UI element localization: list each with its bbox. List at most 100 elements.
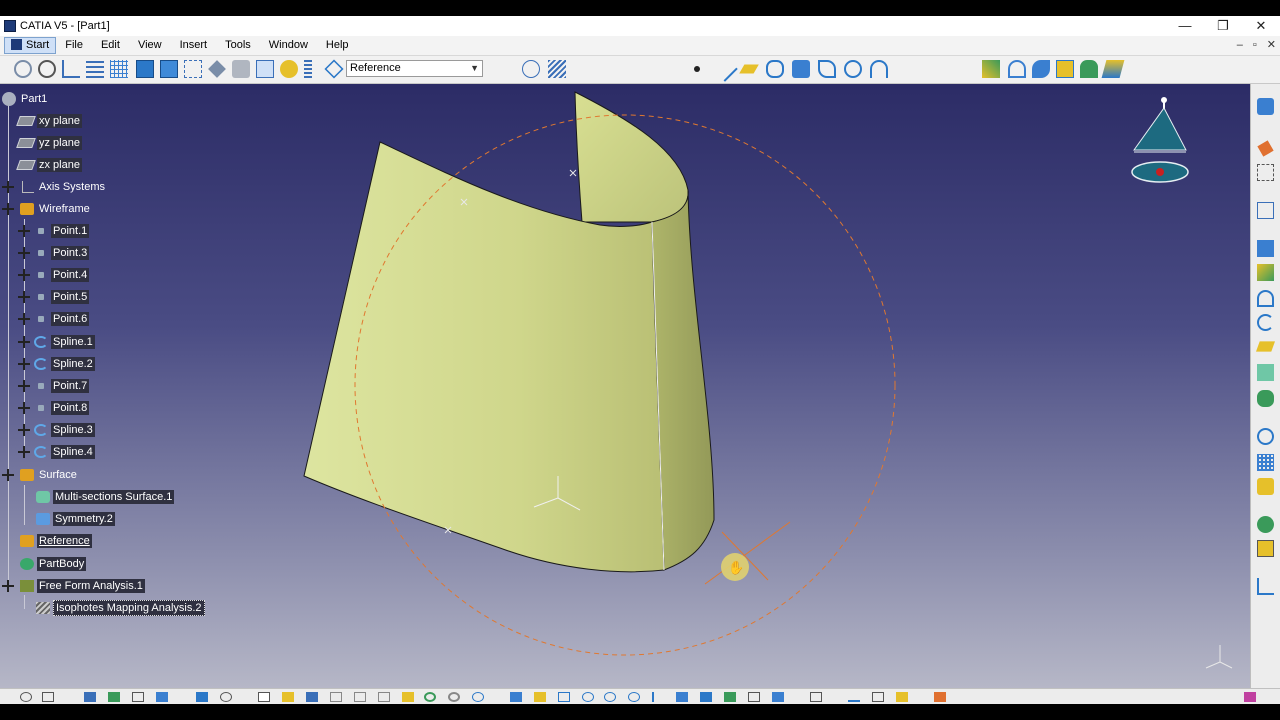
plane-icon[interactable] [739,64,759,74]
rotate-icon[interactable] [582,692,594,702]
sketch-icon[interactable] [1257,202,1274,219]
normal-icon[interactable] [652,692,664,702]
cut-icon[interactable] [354,692,366,702]
tree-item-symmetry[interactable]: Symmetry.2 [36,510,115,528]
fit-all-icon[interactable] [184,60,202,78]
expand-icon[interactable] [18,424,30,436]
extrude-surface-icon[interactable] [982,60,1000,78]
expand-icon[interactable] [18,291,30,303]
3d-viewport[interactable]: ✋ Part1 xy plane yz plane zx plane Axis … [0,84,1250,688]
iso-view-icon[interactable] [676,692,688,702]
tree-item-xy-plane[interactable]: xy plane [16,112,82,130]
menu-help[interactable]: Help [317,36,358,55]
grid-icon[interactable] [110,60,128,78]
help-icon[interactable] [472,692,484,702]
swap-icon[interactable] [748,692,760,702]
apply-material-icon[interactable] [934,692,946,702]
extrapolate-icon[interactable] [1257,478,1274,495]
tree-item-point-1[interactable]: Point.1 [18,222,90,240]
tree-item-isophotes-mapping[interactable]: Isophotes Mapping Analysis.2 [36,599,205,617]
catalog-icon[interactable] [132,692,144,702]
collapse-icon[interactable] [2,469,14,481]
projection-icon[interactable] [766,60,784,78]
light-icon[interactable] [280,60,298,78]
curvature-analysis-icon[interactable] [1257,578,1274,595]
offset-icon[interactable] [1056,60,1074,78]
update-icon[interactable] [810,692,822,702]
minimize-button[interactable]: — [1166,16,1204,36]
expand-icon[interactable] [18,313,30,325]
undo-icon[interactable] [424,692,436,702]
multi-sections-icon[interactable] [1101,60,1125,78]
axis-system-icon[interactable] [62,60,80,78]
split-icon[interactable] [1257,290,1274,307]
analysis-tool-icon[interactable] [1244,692,1256,702]
tree-item-multi-sections-surface[interactable]: Multi-sections Surface.1 [36,488,175,506]
menu-insert[interactable]: Insert [171,36,217,55]
tree-item-spline-2[interactable]: Spline.2 [18,355,95,373]
reference-icon[interactable] [324,59,344,79]
expand-icon[interactable] [18,380,30,392]
menu-file[interactable]: File [56,36,92,55]
tree-item-yz-plane[interactable]: yz plane [16,134,82,152]
trim-icon[interactable] [1257,314,1274,331]
tree-root[interactable]: Part1 [2,90,49,108]
fillet-icon[interactable] [1257,390,1274,407]
spline-icon[interactable] [870,60,888,78]
menu-tools[interactable]: Tools [216,36,260,55]
fit-icon[interactable] [534,692,546,702]
collapse-icon[interactable] [2,203,14,215]
reference-select[interactable]: Reference ▼ [346,60,483,77]
expand-icon[interactable] [18,336,30,348]
doc-close-button[interactable]: ✕ [1267,36,1276,55]
translate-icon[interactable] [1257,428,1274,445]
tree-item-spline-3[interactable]: Spline.3 [18,421,95,439]
sweep-icon[interactable] [1080,60,1098,78]
line-icon[interactable] [712,56,738,82]
tree-item-point-8[interactable]: Point.8 [18,399,90,417]
expand-icon[interactable] [18,269,30,281]
view-iso-icon[interactable] [160,60,178,78]
point-icon[interactable] [694,66,700,72]
table-icon[interactable] [84,692,96,702]
healing-icon[interactable] [1257,264,1274,281]
selection-trap-icon[interactable] [1257,164,1274,181]
view-icon[interactable] [220,692,232,702]
expand-icon[interactable] [18,225,30,237]
tree-item-point-3[interactable]: Point.3 [18,244,90,262]
inertia-icon[interactable] [896,692,908,702]
list-icon[interactable] [86,60,104,78]
sphere-icon[interactable] [1032,60,1050,78]
measure-icon[interactable] [196,692,208,702]
zoom-icon[interactable] [208,60,226,78]
tree-item-axis-systems[interactable]: Axis Systems [2,178,107,196]
copy-icon[interactable] [378,692,390,702]
redo-icon[interactable] [448,692,460,702]
tree-item-partbody[interactable]: PartBody [20,555,87,573]
tree-item-free-form-analysis[interactable]: Free Form Analysis.1 [2,577,145,595]
menu-start[interactable]: Start [4,37,57,54]
pan-icon[interactable] [38,60,56,78]
refresh-icon[interactable] [14,60,32,78]
circle-icon[interactable] [844,60,862,78]
revolve-icon[interactable] [1008,60,1026,78]
intersection-icon[interactable] [792,60,810,78]
boundary-icon[interactable] [1255,341,1276,352]
expand-icon[interactable] [18,247,30,259]
measure-between-icon[interactable] [848,692,860,702]
connect-checker-icon[interactable] [1257,540,1274,557]
expand-icon[interactable] [18,358,30,370]
open-icon[interactable] [282,692,294,702]
expand-icon[interactable] [2,181,14,193]
menu-view[interactable]: View [129,36,171,55]
tree-item-spline-4[interactable]: Spline.4 [18,443,95,461]
fly-mode-icon[interactable] [510,692,522,702]
measure-item-icon[interactable] [872,692,884,702]
properties-icon[interactable] [304,60,312,78]
law-icon[interactable] [1257,516,1274,533]
collapse-icon[interactable] [2,580,14,592]
analysis-icon[interactable] [522,60,540,78]
isophotes-icon[interactable] [548,60,566,78]
sketcher-icon[interactable] [20,692,32,702]
new-icon[interactable] [258,692,270,702]
